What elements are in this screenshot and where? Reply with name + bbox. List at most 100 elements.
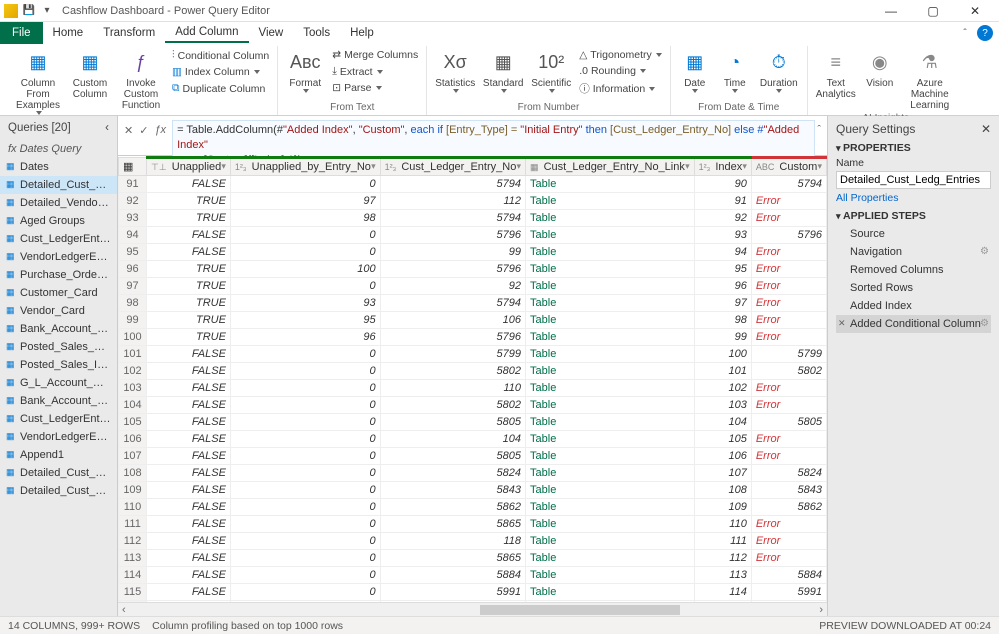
fx-icon[interactable]: ƒx (154, 124, 166, 137)
table-row[interactable]: 103FALSE0110Table102Error (119, 380, 827, 397)
gear-icon[interactable]: ⚙ (980, 246, 989, 257)
gear-icon[interactable]: ⚙ (980, 318, 989, 329)
table-row[interactable]: 93TRUE985794Table92Error (119, 210, 827, 227)
query-item[interactable]: VendorLedgerEntries (2) (0, 428, 117, 446)
table-row[interactable]: 100TRUE965796Table99Error (119, 329, 827, 346)
query-item[interactable]: Detailed_Vendor_Ledg_E… (0, 194, 117, 212)
horizontal-scrollbar[interactable]: ‹› (118, 602, 827, 616)
query-item[interactable]: Detailed_Cust_Ledg_Entr… (0, 464, 117, 482)
table-row[interactable]: 95FALSE099Table94Error (119, 244, 827, 261)
trigonometry-button[interactable]: △Trigonometry (577, 48, 664, 62)
collapse-queries-icon[interactable]: ‹ (105, 122, 109, 134)
table-row[interactable]: 112FALSE0118Table111Error (119, 533, 827, 550)
table-row[interactable]: 108FALSE05824Table1075824 (119, 465, 827, 482)
column-header[interactable]: ⊤⊥ Unapplied▾ (147, 158, 231, 176)
azure-ml-button[interactable]: ⚗Azure Machine Learning (902, 48, 958, 113)
applied-step[interactable]: Sorted Rows (836, 279, 991, 297)
table-row[interactable]: 91FALSE05794Table905794 (119, 176, 827, 193)
query-item[interactable]: VendorLedgerEntries (0, 248, 117, 266)
table-row[interactable]: 111FALSE05865Table110Error (119, 516, 827, 533)
table-row[interactable]: 97TRUE092Table96Error (119, 278, 827, 295)
custom-column-button[interactable]: ▦Custom Column (68, 48, 112, 102)
data-grid[interactable]: ▦⊤⊥ Unapplied▾1²₃ Unapplied_by_Entry_No▾… (118, 156, 827, 602)
query-item[interactable]: G_L_Account_Card (0, 374, 117, 392)
properties-section[interactable]: PROPERTIES (836, 142, 991, 154)
tab-view[interactable]: View (249, 24, 294, 42)
save-icon[interactable]: 💾 (22, 4, 36, 18)
invoke-function-button[interactable]: ƒInvoke Custom Function (116, 48, 166, 113)
applied-steps-section[interactable]: APPLIED STEPS (836, 210, 991, 222)
query-item[interactable]: Bank_Account_Ledger_E… (0, 392, 117, 410)
applied-step[interactable]: Added Conditional Column⚙ (836, 315, 991, 333)
time-button[interactable]: ◔Time (717, 48, 753, 95)
collapse-ribbon-icon[interactable]: ˆ (957, 25, 973, 41)
fx-query[interactable]: fx Dates Query (0, 140, 117, 158)
merge-columns-button[interactable]: ⇄Merge Columns (330, 48, 420, 62)
qat-dropdown-icon[interactable]: ▾ (40, 4, 54, 18)
tab-tools[interactable]: Tools (293, 24, 340, 42)
maximize-button[interactable]: ▢ (913, 1, 953, 21)
query-item[interactable]: Posted_Sales_Credit_Me… (0, 338, 117, 356)
text-analytics-button[interactable]: ≡Text Analytics (814, 48, 858, 102)
index-column-button[interactable]: ▥Index Column (170, 65, 271, 79)
table-row[interactable]: 110FALSE05862Table1095862 (119, 499, 827, 516)
query-item[interactable]: Bank_Account_Ledger_E… (0, 320, 117, 338)
applied-step[interactable]: Navigation⚙ (836, 243, 991, 261)
column-header[interactable]: ABC Custom▾ (751, 158, 826, 176)
column-header[interactable]: 1²₃ Index▾ (694, 158, 751, 176)
table-row[interactable]: 101FALSE05799Table1005799 (119, 346, 827, 363)
query-item[interactable]: Append1 (0, 446, 117, 464)
scientific-button[interactable]: 10²Scientific (529, 48, 573, 95)
query-item[interactable]: Vendor_Card (0, 302, 117, 320)
extract-button[interactable]: ⤓Extract (330, 64, 420, 79)
table-row[interactable]: 106FALSE0104Table105Error (119, 431, 827, 448)
accept-formula-icon[interactable]: ✓ (139, 124, 148, 137)
table-row[interactable]: 105FALSE05805Table1045805 (119, 414, 827, 431)
query-item[interactable]: Aged Groups (0, 212, 117, 230)
query-item[interactable]: Cust_LedgerEntries (0, 230, 117, 248)
query-item[interactable]: Purchase_OrderPurchLines (0, 266, 117, 284)
rounding-button[interactable]: .0Rounding (577, 64, 664, 78)
tab-help[interactable]: Help (340, 24, 384, 42)
cancel-formula-icon[interactable]: ✕ (124, 124, 133, 137)
format-button[interactable]: AʙᴄFormat (284, 48, 326, 95)
table-row[interactable]: 116FALSE076Table115Error (119, 601, 827, 603)
table-row[interactable]: 109FALSE05843Table1085843 (119, 482, 827, 499)
conditional-column-button[interactable]: ⫶Conditional Column (170, 48, 271, 63)
applied-step[interactable]: Source (836, 225, 991, 243)
vision-button[interactable]: ◉Vision (862, 48, 898, 91)
table-row[interactable]: 102FALSE05802Table1015802 (119, 363, 827, 380)
minimize-button[interactable]: — (871, 1, 911, 21)
date-button[interactable]: ▦Date (677, 48, 713, 95)
query-item[interactable]: Dates (0, 158, 117, 176)
statistics-button[interactable]: ΧσStatistics (433, 48, 477, 95)
table-row[interactable]: 115FALSE05991Table1145991 (119, 584, 827, 601)
query-item[interactable]: Cust_LedgerEntries (2) (0, 410, 117, 428)
close-settings-icon[interactable]: ✕ (981, 122, 991, 136)
table-row[interactable]: 94FALSE05796Table935796 (119, 227, 827, 244)
table-row[interactable]: 104FALSE05802Table103Error (119, 397, 827, 414)
tab-file[interactable]: File (0, 22, 43, 44)
close-button[interactable]: ✕ (955, 1, 995, 21)
query-item[interactable]: Detailed_Cust_Ledg_Entr… (0, 482, 117, 500)
table-row[interactable]: 114FALSE05884Table1135884 (119, 567, 827, 584)
table-row[interactable]: 113FALSE05865Table112Error (119, 550, 827, 567)
table-row[interactable]: 98TRUE935794Table97Error (119, 295, 827, 312)
parse-button[interactable]: ⊡Parse (330, 81, 420, 95)
column-header[interactable]: 1²₃ Cust_Ledger_Entry_No▾ (380, 158, 525, 176)
expand-formula-icon[interactable]: ˆ (817, 124, 821, 136)
column-header[interactable]: ▦ Cust_Ledger_Entry_No_Link▾ (526, 158, 695, 176)
column-from-examples-button[interactable]: ▦Column From Examples (12, 48, 64, 117)
applied-step[interactable]: Added Index (836, 297, 991, 315)
tab-add-column[interactable]: Add Column (165, 23, 248, 43)
applied-step[interactable]: Removed Columns (836, 261, 991, 279)
duplicate-column-button[interactable]: ⧉Duplicate Column (170, 81, 271, 96)
help-icon[interactable]: ? (977, 25, 993, 41)
query-item[interactable]: Posted_Sales_InvoiceSale… (0, 356, 117, 374)
tab-home[interactable]: Home (43, 24, 94, 42)
duration-button[interactable]: ⏱Duration (757, 48, 801, 95)
column-header[interactable]: 1²₃ Unapplied_by_Entry_No▾ (230, 158, 380, 176)
table-row[interactable]: 107FALSE05805Table106Error (119, 448, 827, 465)
all-properties-link[interactable]: All Properties (836, 192, 991, 204)
query-item[interactable]: Customer_Card (0, 284, 117, 302)
